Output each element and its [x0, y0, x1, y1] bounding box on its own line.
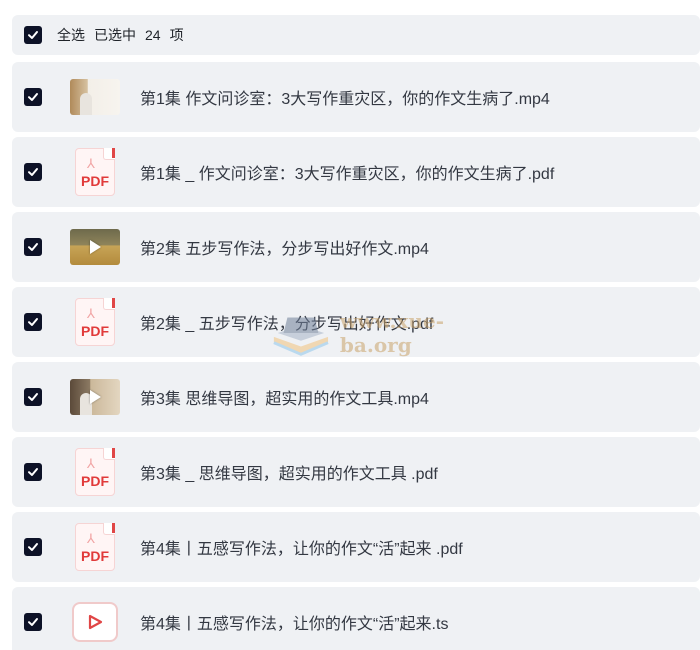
pdf-file-icon: ⅄ PDF	[75, 448, 115, 496]
select-all-label[interactable]: 全选	[57, 27, 85, 43]
checkmark-icon	[28, 543, 38, 551]
file-name: 第4集丨五感写作法，让你的作文“活”起来 .pdf	[140, 541, 463, 558]
play-triangle-icon	[88, 614, 103, 630]
checkmark-icon	[28, 393, 38, 401]
video-icon	[70, 229, 120, 265]
file-row[interactable]: ⅄ PDF 第2集 _ 五步写作法，分步写出好作文.pdf	[12, 287, 700, 357]
checkmark-icon	[28, 618, 38, 626]
file-name: 第1集 _ 作文问诊室：3大写作重灾区，你的作文生病了.pdf	[140, 166, 555, 183]
file-row[interactable]: 第3集 思维导图，超实用的作文工具.mp4	[12, 362, 700, 432]
file-name: 第2集 _ 五步写作法，分步写出好作文.pdf	[140, 316, 434, 333]
file-checkbox[interactable]	[24, 388, 42, 406]
file-checkbox[interactable]	[24, 313, 42, 331]
checkmark-icon	[28, 31, 38, 39]
checkmark-icon	[28, 468, 38, 476]
pdf-icon-label: PDF	[81, 473, 109, 489]
selection-bar: 全选 已选中 24 项	[12, 15, 700, 55]
file-checkbox[interactable]	[24, 463, 42, 481]
file-checkbox[interactable]	[24, 238, 42, 256]
pdf-icon-label: PDF	[81, 173, 109, 189]
file-row[interactable]: ⅄ PDF 第1集 _ 作文问诊室：3大写作重灾区，你的作文生病了.pdf	[12, 137, 700, 207]
ts-thumbnail	[70, 597, 120, 647]
checkmark-icon	[28, 318, 38, 326]
video-thumbnail	[70, 372, 120, 422]
file-checkbox[interactable]	[24, 88, 42, 106]
file-name: 第3集 _ 思维导图，超实用的作文工具 .pdf	[140, 466, 438, 483]
file-name: 第4集丨五感写作法，让你的作文“活”起来.ts	[140, 616, 449, 633]
file-row[interactable]: ⅄ PDF 第4集丨五感写作法，让你的作文“活”起来 .pdf	[12, 512, 700, 582]
selected-count: 24	[145, 27, 161, 43]
file-row[interactable]: 第2集 五步写作法，分步写出好作文.mp4	[12, 212, 700, 282]
pdf-icon-label: PDF	[81, 323, 109, 339]
file-checkbox[interactable]	[24, 613, 42, 631]
selection-summary: 全选 已选中 24 项	[57, 25, 193, 45]
video-thumbnail	[70, 72, 120, 122]
pdf-thumbnail: ⅄ PDF	[70, 297, 120, 347]
video-file-icon	[72, 602, 118, 642]
checkmark-icon	[28, 243, 38, 251]
file-row[interactable]: ⅄ PDF 第3集 _ 思维导图，超实用的作文工具 .pdf	[12, 437, 700, 507]
pdf-file-icon: ⅄ PDF	[75, 148, 115, 196]
pdf-thumbnail: ⅄ PDF	[70, 522, 120, 572]
pdf-file-icon: ⅄ PDF	[75, 298, 115, 346]
file-list: 第1集 作文问诊室：3大写作重灾区，你的作文生病了.mp4 ⅄ PDF 第1集 …	[12, 62, 700, 650]
pdf-thumbnail: ⅄ PDF	[70, 147, 120, 197]
selected-suffix: 项	[169, 27, 184, 43]
video-icon	[70, 79, 120, 115]
play-icon	[90, 390, 101, 404]
pdf-icon-label: PDF	[81, 548, 109, 564]
selected-prefix: 已选中	[94, 27, 136, 43]
file-selection-page: 全选 已选中 24 项 第1集 作文问诊室：3大写作重灾区，你的作文生病了.mp4 ⅄…	[0, 0, 700, 650]
file-checkbox[interactable]	[24, 538, 42, 556]
play-icon	[90, 240, 101, 254]
file-name: 第2集 五步写作法，分步写出好作文.mp4	[140, 241, 429, 258]
pdf-thumbnail: ⅄ PDF	[70, 447, 120, 497]
video-thumbnail	[70, 222, 120, 272]
pdf-file-icon: ⅄ PDF	[75, 523, 115, 571]
file-row[interactable]: 第1集 作文问诊室：3大写作重灾区，你的作文生病了.mp4	[12, 62, 700, 132]
file-name: 第3集 思维导图，超实用的作文工具.mp4	[140, 391, 429, 408]
file-row[interactable]: 第4集丨五感写作法，让你的作文“活”起来.ts	[12, 587, 700, 650]
file-name: 第1集 作文问诊室：3大写作重灾区，你的作文生病了.mp4	[140, 91, 550, 108]
checkmark-icon	[28, 93, 38, 101]
video-icon	[70, 379, 120, 415]
select-all-checkbox[interactable]	[24, 26, 42, 44]
file-checkbox[interactable]	[24, 163, 42, 181]
checkmark-icon	[28, 168, 38, 176]
